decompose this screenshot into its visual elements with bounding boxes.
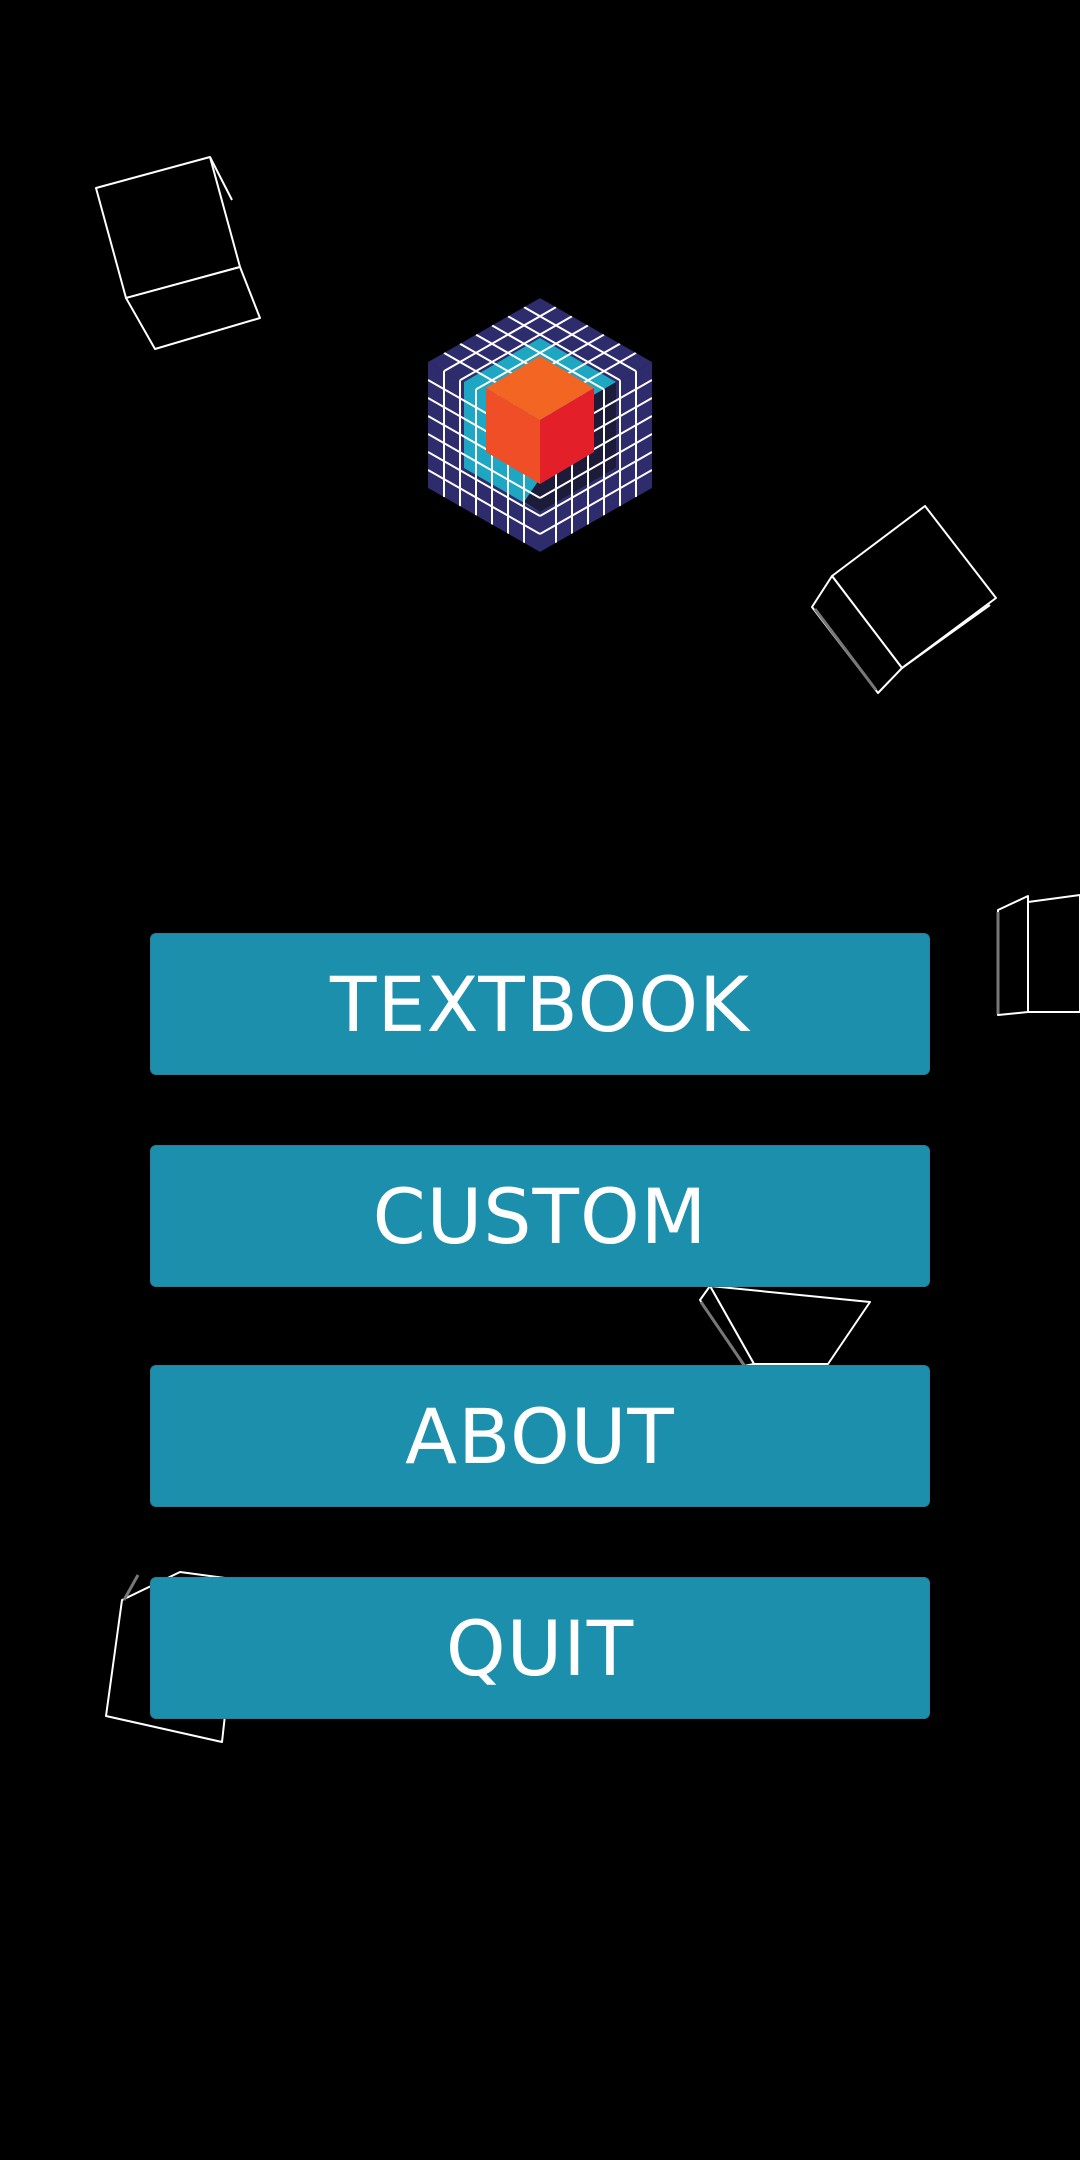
custom-button[interactable]: CUSTOM bbox=[150, 1145, 930, 1287]
about-button[interactable]: ABOUT bbox=[150, 1365, 930, 1507]
quit-button-label: QUIT bbox=[445, 1603, 635, 1693]
wireframe-cube-icon bbox=[699, 1285, 871, 1367]
textbook-button-label: TEXTBOOK bbox=[330, 959, 750, 1049]
quit-button[interactable]: QUIT bbox=[150, 1577, 930, 1719]
wireframe-cube-icon bbox=[996, 894, 1080, 1016]
wireframe-cube-icon bbox=[811, 505, 997, 694]
rubiks-cube-logo-icon bbox=[428, 298, 652, 552]
textbook-button[interactable]: TEXTBOOK bbox=[150, 933, 930, 1075]
custom-button-label: CUSTOM bbox=[372, 1171, 708, 1261]
wireframe-cube-icon bbox=[95, 156, 261, 350]
about-button-label: ABOUT bbox=[405, 1391, 675, 1481]
